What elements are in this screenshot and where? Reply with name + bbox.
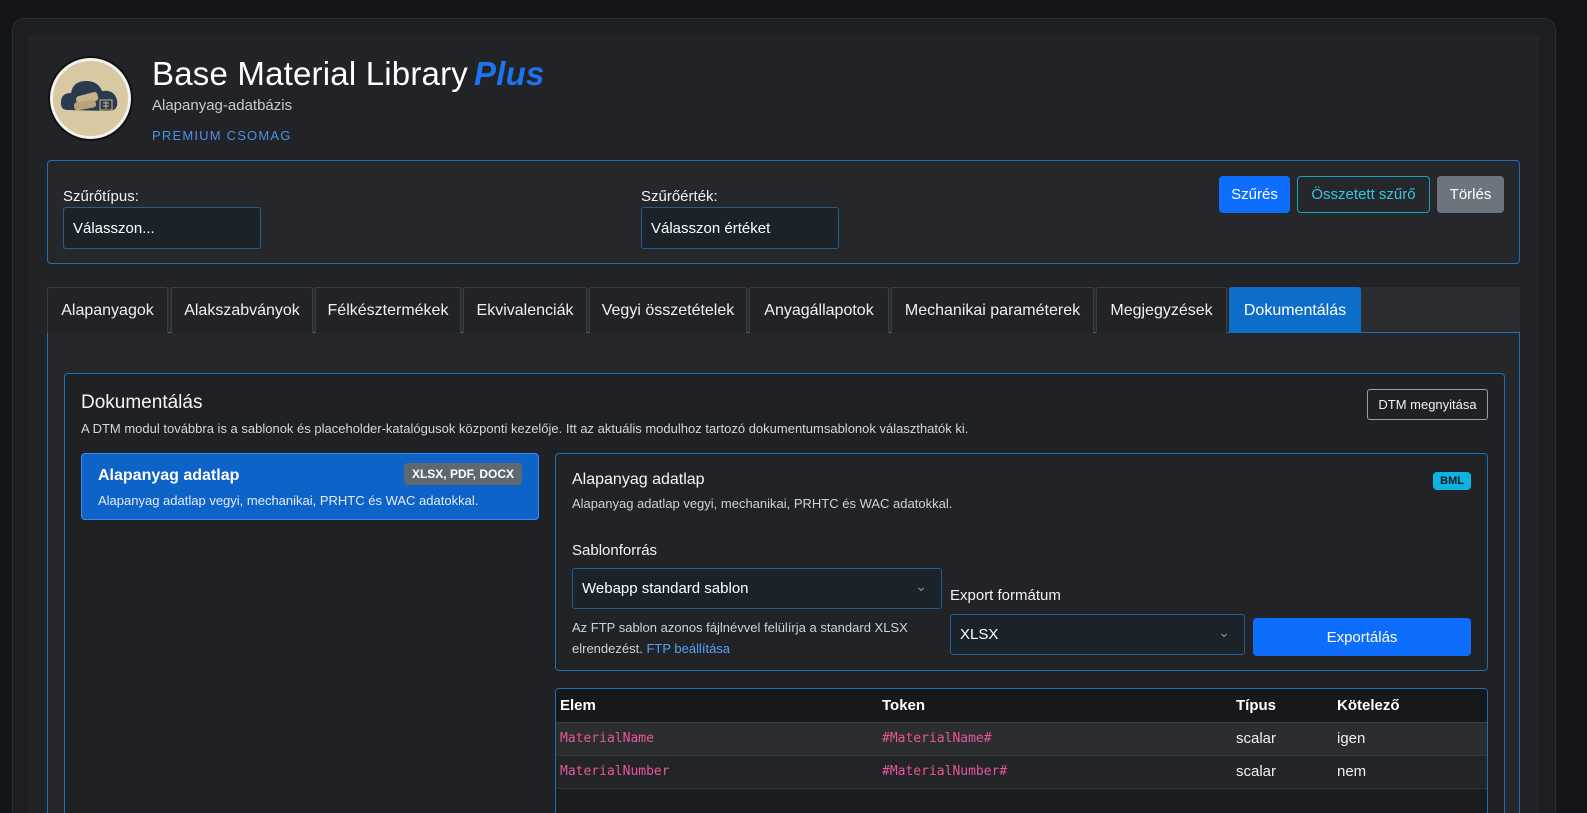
cell-token: #MaterialName# bbox=[878, 722, 1232, 756]
filter-value-label: Szűrőérték: bbox=[641, 188, 718, 205]
tab-bar: Alapanyagok Alakszabványok Félkésztermék… bbox=[47, 287, 1520, 333]
export-format-select[interactable]: XLSX ⌄ bbox=[950, 614, 1245, 655]
detail-description: Alapanyag adatlap vegyi, mechanikai, PRH… bbox=[572, 496, 953, 511]
column-header-tipus: Típus bbox=[1232, 689, 1333, 723]
app-title-main: Base Material Library bbox=[152, 55, 468, 92]
tab-ekvivalenciak[interactable]: Ekvivalenciák bbox=[463, 287, 587, 333]
app-subtitle: Alapanyag-adatbázis bbox=[152, 97, 293, 114]
complex-filter-button[interactable]: Összetett szűrő bbox=[1297, 176, 1430, 213]
placeholder-table: Elem Token Típus Kötelező MaterialName #… bbox=[555, 688, 1488, 813]
cell-elem: MaterialName bbox=[556, 722, 878, 756]
filter-button[interactable]: Szűrés bbox=[1219, 176, 1290, 213]
cell-kotelezo: igen bbox=[1333, 722, 1487, 756]
export-button[interactable]: Exportálás bbox=[1253, 618, 1471, 656]
cell-tipus: scalar bbox=[1232, 755, 1333, 789]
tab-content: Dokumentálás A DTM modul továbbra is a s… bbox=[47, 333, 1520, 813]
export-format-value: XLSX bbox=[960, 626, 999, 643]
tab-vegyi-osszetetelek[interactable]: Vegyi összetételek bbox=[589, 287, 747, 333]
tab-mechanikai-parameterek[interactable]: Mechanikai paraméterek bbox=[891, 287, 1094, 333]
documentation-title: Dokumentálás bbox=[81, 392, 203, 413]
table-row: MaterialName #MaterialName# scalar igen bbox=[556, 722, 1487, 756]
module-badge: BML bbox=[1433, 472, 1471, 490]
column-header-elem: Elem bbox=[556, 689, 878, 723]
filter-panel: Szűrőtípus: Válasszon... Szűrőérték: Vál… bbox=[47, 160, 1520, 264]
template-source-select[interactable]: Webapp standard sablon ⌄ bbox=[572, 568, 942, 609]
template-source-label: Sablonforrás bbox=[572, 542, 658, 559]
tab-megjegyzesek[interactable]: Megjegyzések bbox=[1096, 287, 1227, 333]
ftp-settings-link[interactable]: FTP beállítása bbox=[646, 641, 730, 656]
clear-button[interactable]: Törlés bbox=[1437, 176, 1504, 213]
template-formats-badge: XLSX, PDF, DOCX bbox=[403, 463, 522, 485]
cell-elem: MaterialNumber bbox=[556, 755, 878, 789]
app-title: Base Material Library Plus bbox=[152, 55, 545, 93]
template-source-value: Webapp standard sablon bbox=[582, 580, 749, 597]
app-title-accent: Plus bbox=[474, 55, 545, 92]
table-header-row: Elem Token Típus Kötelező bbox=[556, 689, 1487, 723]
cloud-materials-icon bbox=[50, 58, 131, 139]
column-header-token: Token bbox=[878, 689, 1232, 723]
template-list-item[interactable]: Alapanyag adatlap XLSX, PDF, DOCX Alapan… bbox=[81, 453, 539, 520]
filter-type-label: Szűrőtípus: bbox=[63, 188, 139, 205]
column-header-kotelezo: Kötelező bbox=[1333, 689, 1487, 723]
filter-value-select[interactable]: Válasszon értéket bbox=[641, 207, 839, 249]
ftp-hint-text: Az FTP sablon azonos fájlnévvel felülírj… bbox=[572, 620, 908, 656]
open-dtm-button[interactable]: DTM megnyitása bbox=[1367, 389, 1488, 420]
cell-token: #MaterialNumber# bbox=[878, 755, 1232, 789]
package-label: PREMIUM CSOMAG bbox=[152, 128, 292, 143]
app-container: Base Material Library Plus Alapanyag-adat… bbox=[28, 35, 1539, 813]
tab-dokumentalas[interactable]: Dokumentálás bbox=[1229, 287, 1361, 333]
tab-anyagallapotok[interactable]: Anyagállapotok bbox=[749, 287, 889, 333]
cell-kotelezo: nem bbox=[1333, 755, 1487, 789]
template-detail-panel: Alapanyag adatlap BML Alapanyag adatlap … bbox=[555, 453, 1488, 671]
table-row: MaterialNumber #MaterialNumber# scalar n… bbox=[556, 755, 1487, 789]
chevron-down-icon: ⌄ bbox=[1218, 624, 1230, 640]
detail-name: Alapanyag adatlap bbox=[572, 471, 705, 488]
cell-tipus: scalar bbox=[1232, 722, 1333, 756]
documentation-card: Dokumentálás A DTM modul továbbra is a s… bbox=[64, 373, 1505, 813]
tab-alakszabvanyok[interactable]: Alakszabványok bbox=[171, 287, 313, 333]
tab-felkesztermekek[interactable]: Félkésztermékek bbox=[315, 287, 461, 333]
template-item-name: Alapanyag adatlap bbox=[98, 467, 240, 484]
tab-alapanyagok[interactable]: Alapanyagok bbox=[47, 287, 168, 333]
documentation-description: A DTM modul továbbra is a sablonok és pl… bbox=[81, 421, 969, 436]
filter-type-select[interactable]: Válasszon... bbox=[63, 207, 261, 249]
ftp-hint: Az FTP sablon azonos fájlnévvel felülírj… bbox=[572, 617, 942, 659]
export-format-label: Export formátum bbox=[950, 587, 1061, 604]
chevron-down-icon: ⌄ bbox=[915, 578, 927, 594]
template-item-description: Alapanyag adatlap vegyi, mechanikai, PRH… bbox=[98, 493, 479, 508]
